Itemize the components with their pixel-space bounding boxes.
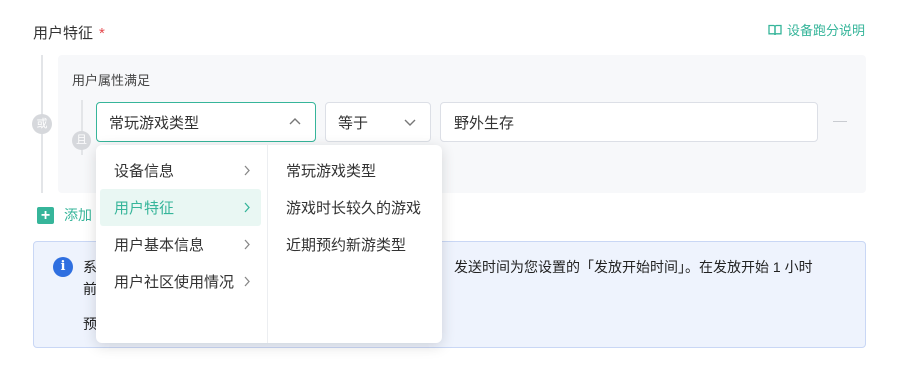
chevron-right-icon [244, 165, 250, 176]
help-link-label: 设备跑分说明 [786, 23, 865, 38]
option-column: 常玩游戏类型 游戏时长较久的游戏 近期预约新游类型 [286, 152, 421, 263]
notice-line-2: 前 [83, 281, 97, 297]
category-item-user-basic-info[interactable]: 用户基本信息 [100, 226, 261, 263]
or-badge[interactable]: 或 [32, 114, 52, 134]
category-item-label: 用户基本信息 [114, 237, 205, 254]
value-input-text: 野外生存 [454, 114, 515, 132]
add-condition-button[interactable]: + 添加 [37, 205, 92, 225]
chevron-right-icon [244, 239, 250, 250]
operator-select[interactable]: 等于 [325, 102, 431, 142]
plus-icon: + [37, 206, 54, 224]
chevron-right-icon [244, 202, 250, 213]
cascader-dropdown: 设备信息 用户特征 用户基本信息 用户社区使用情况 常玩游戏类型 游戏时长较久的… [96, 145, 442, 343]
attribute-select[interactable]: 常玩游戏类型 [96, 102, 316, 142]
notice-line-1-start: 系 [83, 259, 97, 275]
chevron-right-icon [244, 276, 250, 287]
field-label-text: 用户特征 [33, 25, 94, 42]
add-condition-label: 添加 [64, 207, 92, 223]
category-item-community-usage[interactable]: 用户社区使用情况 [100, 263, 261, 300]
attribute-select-value: 常玩游戏类型 [109, 114, 200, 132]
value-input[interactable]: 野外生存 [440, 102, 818, 142]
option-item[interactable]: 常玩游戏类型 [286, 152, 421, 189]
category-column: 设备信息 用户特征 用户基本信息 用户社区使用情况 [96, 145, 268, 343]
remove-condition-icon[interactable] [833, 121, 847, 122]
chevron-up-icon [289, 118, 301, 125]
category-item-label: 用户特征 [114, 200, 175, 217]
required-mark: * [99, 25, 105, 42]
group-title: 用户属性满足 [72, 73, 151, 88]
help-link[interactable]: 设备跑分说明 [768, 20, 865, 39]
category-item-label: 用户社区使用情况 [114, 274, 235, 291]
and-badge[interactable]: 且 [72, 131, 91, 150]
category-item-label: 设备信息 [114, 163, 175, 180]
category-item-user-features[interactable]: 用户特征 [100, 189, 261, 226]
option-item[interactable]: 近期预约新游类型 [286, 226, 421, 263]
notice-line-3: 预 [83, 316, 97, 332]
option-item[interactable]: 游戏时长较久的游戏 [286, 189, 421, 226]
chevron-down-icon [404, 119, 416, 126]
book-icon [768, 24, 782, 35]
notice-line-1-end: 发送时间为您设置的「发放开始时间」。在发放开始 1 小时 [454, 259, 813, 275]
info-icon: i [53, 257, 73, 277]
category-item-device-info[interactable]: 设备信息 [100, 152, 261, 189]
operator-select-value: 等于 [338, 114, 369, 132]
field-label: 用户特征 * [33, 22, 105, 43]
